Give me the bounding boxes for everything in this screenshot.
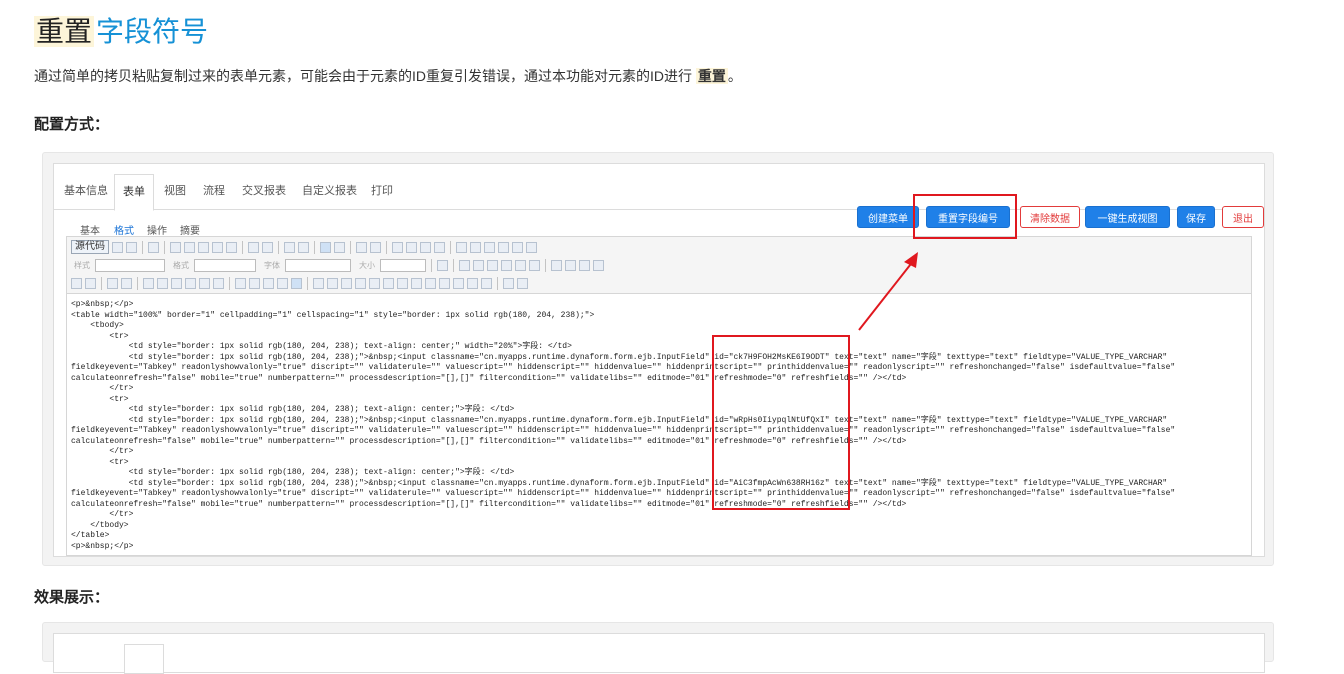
annotation-arrow-icon	[858, 252, 918, 331]
page-title-highlight: 重置	[34, 16, 95, 47]
config-screenshot: 基本信息 表单 视图 流程 交叉报表 自定义报表 打印 基本 格式 操作 摘要 …	[42, 152, 1274, 566]
effect-screenshot-inner	[53, 633, 1265, 674]
intro-highlight: 重置	[695, 68, 728, 84]
config-section-label: 配置方式：	[34, 116, 110, 133]
page-title-rest: 字段符号	[96, 16, 209, 47]
intro-end: 。	[727, 68, 742, 84]
effect-screenshot	[42, 622, 1274, 674]
effect-screenshot-tab	[124, 644, 164, 674]
intro-text: 通过简单的拷贝粘贴复制过来的表单元素，可能会由于元素的ID重复引发错误，通过本功…	[34, 68, 692, 84]
form-editor: 基本信息 表单 视图 流程 交叉报表 自定义报表 打印 基本 格式 操作 摘要 …	[53, 163, 1265, 557]
page-title: 重置 字段符号	[34, 13, 208, 51]
effect-section-label: 效果展示：	[34, 589, 110, 606]
intro-paragraph: 通过简单的拷贝粘贴复制过来的表单元素，可能会由于元素的ID重复引发错误，通过本功…	[34, 65, 742, 87]
